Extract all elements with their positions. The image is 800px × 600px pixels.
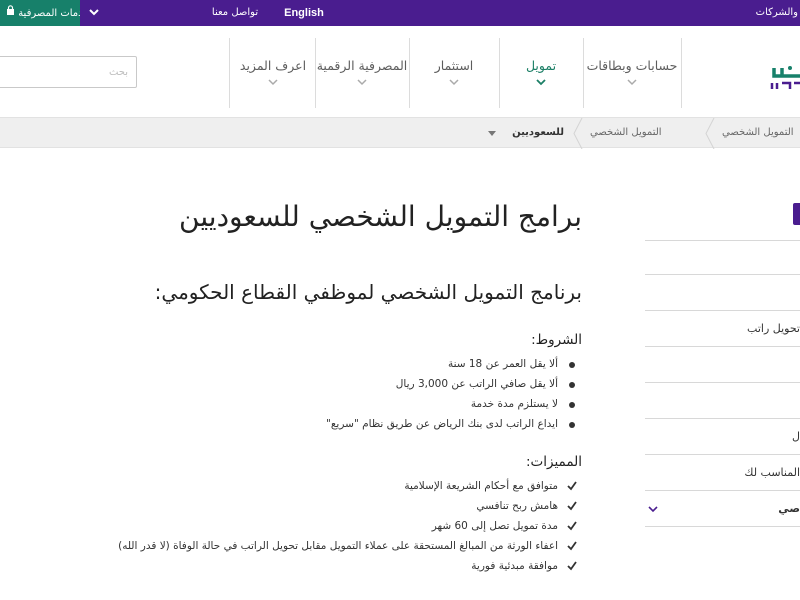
riyad-bank-logo[interactable] (760, 56, 800, 96)
list-item: متوافق مع أحكام الشريعة الإسلامية (118, 476, 582, 496)
language-switch-link[interactable]: English (268, 0, 340, 26)
conditions-heading: الشروط: (531, 332, 582, 348)
breadcrumb-item[interactable]: التمويل الشخصي (722, 118, 794, 149)
corporate-link[interactable]: والشركات (756, 0, 800, 26)
list-item: هامش ربح تنافسي (118, 496, 582, 516)
chevron-down-icon (627, 79, 637, 86)
nav-item-label: استثمار (434, 58, 474, 73)
bullet-icon (569, 402, 575, 408)
breadcrumb-current: للسعوديين (512, 127, 564, 138)
checkmark-icon (567, 541, 577, 551)
breadcrumb-item[interactable]: التمويل الشخصي (590, 118, 662, 149)
checkmark-icon (567, 481, 577, 491)
chevron-down-icon (536, 79, 546, 86)
lock-icon (6, 0, 15, 26)
nav-divider (229, 38, 230, 108)
chevron-down-icon (268, 79, 278, 86)
breadcrumb: التمويل الشخصي التمويل الشخصي للسعوديين (0, 117, 800, 149)
checkmark-icon (567, 561, 577, 571)
chevron-down-icon (648, 506, 658, 513)
features-list: متوافق مع أحكام الشريعة الإسلامية هامش ر… (118, 476, 582, 576)
nav-item-learn-more[interactable]: اعرف المزيد (232, 36, 314, 108)
top-utility-bar: الخدمات المصرفية تواصل معنا English والش… (0, 0, 800, 26)
nav-item-label: اعرف المزيد (239, 58, 307, 73)
sidebar-menu: تحويل راتب ل المناسب لك صي (645, 148, 800, 600)
sidebar-item-salary-transfer[interactable]: تحويل راتب (645, 311, 800, 347)
nav-divider (681, 38, 682, 108)
sidebar-item[interactable] (645, 148, 800, 241)
search-box (0, 56, 137, 88)
checkmark-icon (567, 501, 577, 511)
list-item: ألا يقل العمر عن 18 سنة (326, 354, 582, 374)
checkmark-icon (567, 521, 577, 531)
nav-item-label: تمويل (525, 58, 557, 73)
list-item: ألا يقل صافي الراتب عن 3,000 ريال (326, 374, 582, 394)
online-services-button[interactable]: الخدمات المصرفية (0, 0, 80, 26)
chevron-down-icon (449, 79, 459, 86)
nav-item-label: حسابات وبطاقات (586, 58, 678, 73)
features-heading: المميزات: (525, 454, 582, 470)
nav-item-investment[interactable]: استثمار (410, 36, 498, 108)
chevron-down-icon (357, 79, 367, 86)
page-title: برامج التمويل الشخصي للسعوديين (179, 200, 582, 233)
sidebar-item[interactable] (645, 275, 800, 311)
bullet-icon (569, 362, 575, 368)
nav-item-label: المصرفية الرقمية (316, 58, 408, 73)
sidebar-item-suitable[interactable]: المناسب لك (645, 455, 800, 491)
online-services-label: الخدمات المصرفية (18, 8, 80, 19)
breadcrumb-separator-icon (705, 118, 715, 149)
nav-item-digital-banking[interactable]: المصرفية الرقمية (316, 36, 408, 108)
sidebar-item[interactable]: ل (645, 419, 800, 455)
sidebar-item-personal[interactable]: صي (645, 491, 800, 527)
chevron-down-icon[interactable] (82, 0, 106, 26)
search-input[interactable] (0, 57, 136, 87)
list-item: اعفاء الورثة من المبالغ المستحقة على عمل… (118, 536, 582, 556)
main-navigation: اعرف المزيد المصرفية الرقمية استثمار تمو… (0, 26, 800, 116)
nav-item-financing[interactable]: تمويل (500, 36, 582, 108)
list-item: موافقة مبدئية فورية (118, 556, 582, 576)
list-item: ايداع الراتب لدى بنك الرياض عن طريق نظام… (326, 414, 582, 434)
conditions-list: ألا يقل العمر عن 18 سنة ألا يقل صافي الر… (326, 354, 582, 434)
sidebar-item[interactable] (645, 347, 800, 383)
sidebar-item[interactable] (645, 383, 800, 419)
nav-item-accounts-cards[interactable]: حسابات وبطاقات (584, 36, 680, 108)
program-heading: برنامج التمويل الشخصي لموظفي القطاع الحك… (154, 280, 582, 304)
sidebar-item[interactable] (645, 241, 800, 275)
list-item: مدة تمويل تصل إلى 60 شهر (118, 516, 582, 536)
list-item: لا يستلزم مدة خدمة (326, 394, 582, 414)
bullet-icon (569, 422, 575, 428)
bullet-icon (569, 382, 575, 388)
chevron-down-icon[interactable] (486, 127, 498, 139)
breadcrumb-separator-icon (573, 118, 583, 149)
contact-us-link[interactable]: تواصل معنا (205, 0, 265, 26)
